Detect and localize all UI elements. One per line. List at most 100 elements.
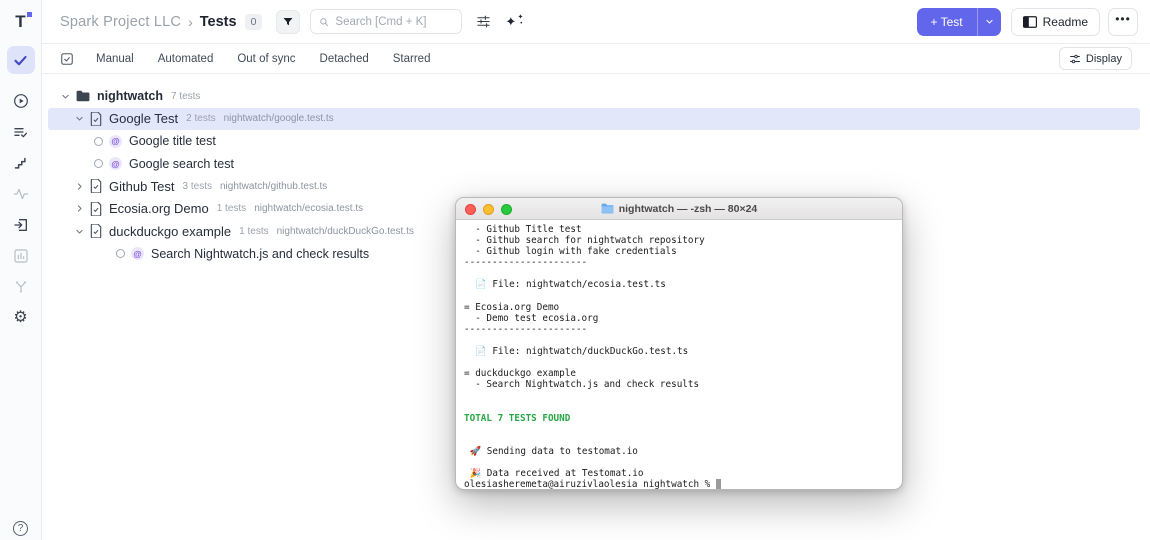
terminal-line: - Github login with fake credentials [464,246,894,257]
adjustments-icon[interactable] [476,14,491,29]
tab-out-of-sync[interactable]: Out of sync [237,53,295,65]
top-header: Spark Project LLC › Tests 0 ✦✦• + Test R… [42,0,1150,44]
terminal-line [464,457,894,468]
suite-count: 1 tests [217,203,246,214]
suite-count: 1 tests [239,226,268,237]
file-icon [90,179,102,193]
add-test-button[interactable]: + Test [917,8,977,36]
terminal-line [464,424,894,435]
tree-row-test-google-search[interactable]: @ Google search test [48,153,1140,176]
tab-manual[interactable]: Manual [96,53,134,65]
suite-path: nightwatch/ecosia.test.ts [254,203,363,214]
terminal-line: 📄 File: nightwatch/duckDuckGo.test.ts [464,346,894,357]
ellipsis-icon: ••• [1115,12,1131,26]
suite-name: Github Test [109,179,175,194]
sidebar-item-import import-box-icon[interactable] [7,213,35,237]
left-sidebar: T ⚙ ? [0,0,42,540]
chevron-right-icon[interactable] [74,182,84,191]
more-options-button[interactable]: ••• [1108,8,1138,36]
suite-name: Ecosia.org Demo [109,201,209,216]
file-icon [90,202,102,216]
suite-name: duckduckgo example [109,224,231,239]
filter-button[interactable] [276,10,300,34]
minimize-window-button[interactable] [483,204,494,215]
select-tests-icon[interactable] [60,52,74,66]
test-name: Google title test [129,134,216,148]
chevron-down-icon[interactable] [74,227,84,236]
search-input[interactable] [335,16,453,28]
terminal-title-text: nightwatch — -zsh — 80×24 [619,203,758,215]
logo-accent-dot [27,12,32,17]
breadcrumb-separator: › [188,14,193,30]
suite-count: 3 tests [183,181,212,192]
test-status-circle[interactable] [116,249,125,258]
app-logo[interactable]: T [10,10,32,34]
sidebar-item-tests check-icon[interactable] [7,46,35,74]
check-icon [13,53,28,68]
tab-starred[interactable]: Starred [393,53,431,65]
suite-path: nightwatch/duckDuckGo.test.ts [277,226,414,237]
sidebar-item-plans list-check-icon[interactable] [7,120,35,144]
tree-row-suite-google-test[interactable]: Google Test 2 tests nightwatch/google.te… [48,108,1140,131]
terminal-line: = duckduckgo example [464,368,894,379]
terminal-line [464,435,894,446]
add-test-dropdown-button[interactable] [977,8,1001,36]
sidebar-item-branches git-branch-icon[interactable] [7,275,35,299]
sidebar-item-analytics activity-icon[interactable] [7,182,35,206]
ai-sparkle-icon[interactable]: ✦✦• [505,15,521,28]
suite-name: Google Test [109,111,178,126]
tree-row-test-google-title[interactable]: @ Google title test [48,130,1140,153]
automated-badge-icon: @ [131,247,144,260]
search-input-wrapper [310,9,462,34]
terminal-line: 🎉 Data received at Testomat.io [464,468,894,479]
chevron-down-icon[interactable] [74,114,84,123]
terminal-output: - Github Title test - Github search for … [456,220,902,490]
terminal-line [464,291,894,302]
display-sliders-icon [1069,53,1081,65]
terminal-line: - Demo test ecosia.org [464,313,894,324]
add-test-split-button: + Test [917,8,1001,36]
zoom-window-button[interactable] [501,204,512,215]
sidebar-item-pulse stairs-icon[interactable] [7,151,35,175]
folder-icon [76,90,90,102]
funnel-icon [282,16,294,28]
close-window-button[interactable] [465,204,476,215]
search-icon [319,16,329,28]
terminal-line: - Github search for nightwatch repositor… [464,235,894,246]
chevron-down-icon[interactable] [60,92,70,101]
page-title: Tests [200,14,237,30]
display-label: Display [1086,53,1122,65]
sidebar-item-settings gear-icon[interactable]: ⚙ [7,306,35,330]
terminal-line-total-tests: TOTAL 7 TESTS FOUND [464,413,894,424]
terminal-window[interactable]: nightwatch — -zsh — 80×24 - Github Title… [455,197,903,490]
terminal-line: 📄 File: nightwatch/ecosia.test.ts [464,279,894,290]
tests-count-badge: 0 [245,14,263,30]
chevron-right-icon[interactable] [74,204,84,213]
tab-automated[interactable]: Automated [158,53,214,65]
display-button[interactable]: Display [1059,47,1132,70]
terminal-titlebar[interactable]: nightwatch — -zsh — 80×24 [456,198,902,220]
folder-name: nightwatch [97,89,163,103]
automated-badge-icon: @ [109,135,122,148]
test-name: Google search test [129,157,234,171]
terminal-line [464,335,894,346]
terminal-line: = Ecosia.org Demo [464,302,894,313]
suite-path: nightwatch/github.test.ts [220,181,327,192]
chevron-down-icon [985,17,994,26]
terminal-line [464,390,894,401]
logo-letter: T [15,12,25,31]
tree-row-folder-nightwatch[interactable]: nightwatch 7 tests [48,85,1140,108]
terminal-line: ---------------------- [464,324,894,335]
breadcrumb-project[interactable]: Spark Project LLC [60,14,181,30]
readme-button[interactable]: Readme [1011,8,1100,36]
sidebar-item-runs play-circle-icon[interactable] [7,89,35,113]
test-status-circle[interactable] [94,137,103,146]
sidebar-item-reports bar-chart-icon[interactable] [7,244,35,268]
tab-detached[interactable]: Detached [320,53,369,65]
test-status-circle[interactable] [94,159,103,168]
terminal-prompt: olesiasheremeta@airuzivlaolesia nightwat… [464,479,716,490]
tree-row-suite-github-test[interactable]: Github Test 3 tests nightwatch/github.te… [48,175,1140,198]
help-icon[interactable]: ? [13,521,28,536]
test-name: Search Nightwatch.js and check results [151,247,369,261]
suite-count: 2 tests [186,113,215,124]
